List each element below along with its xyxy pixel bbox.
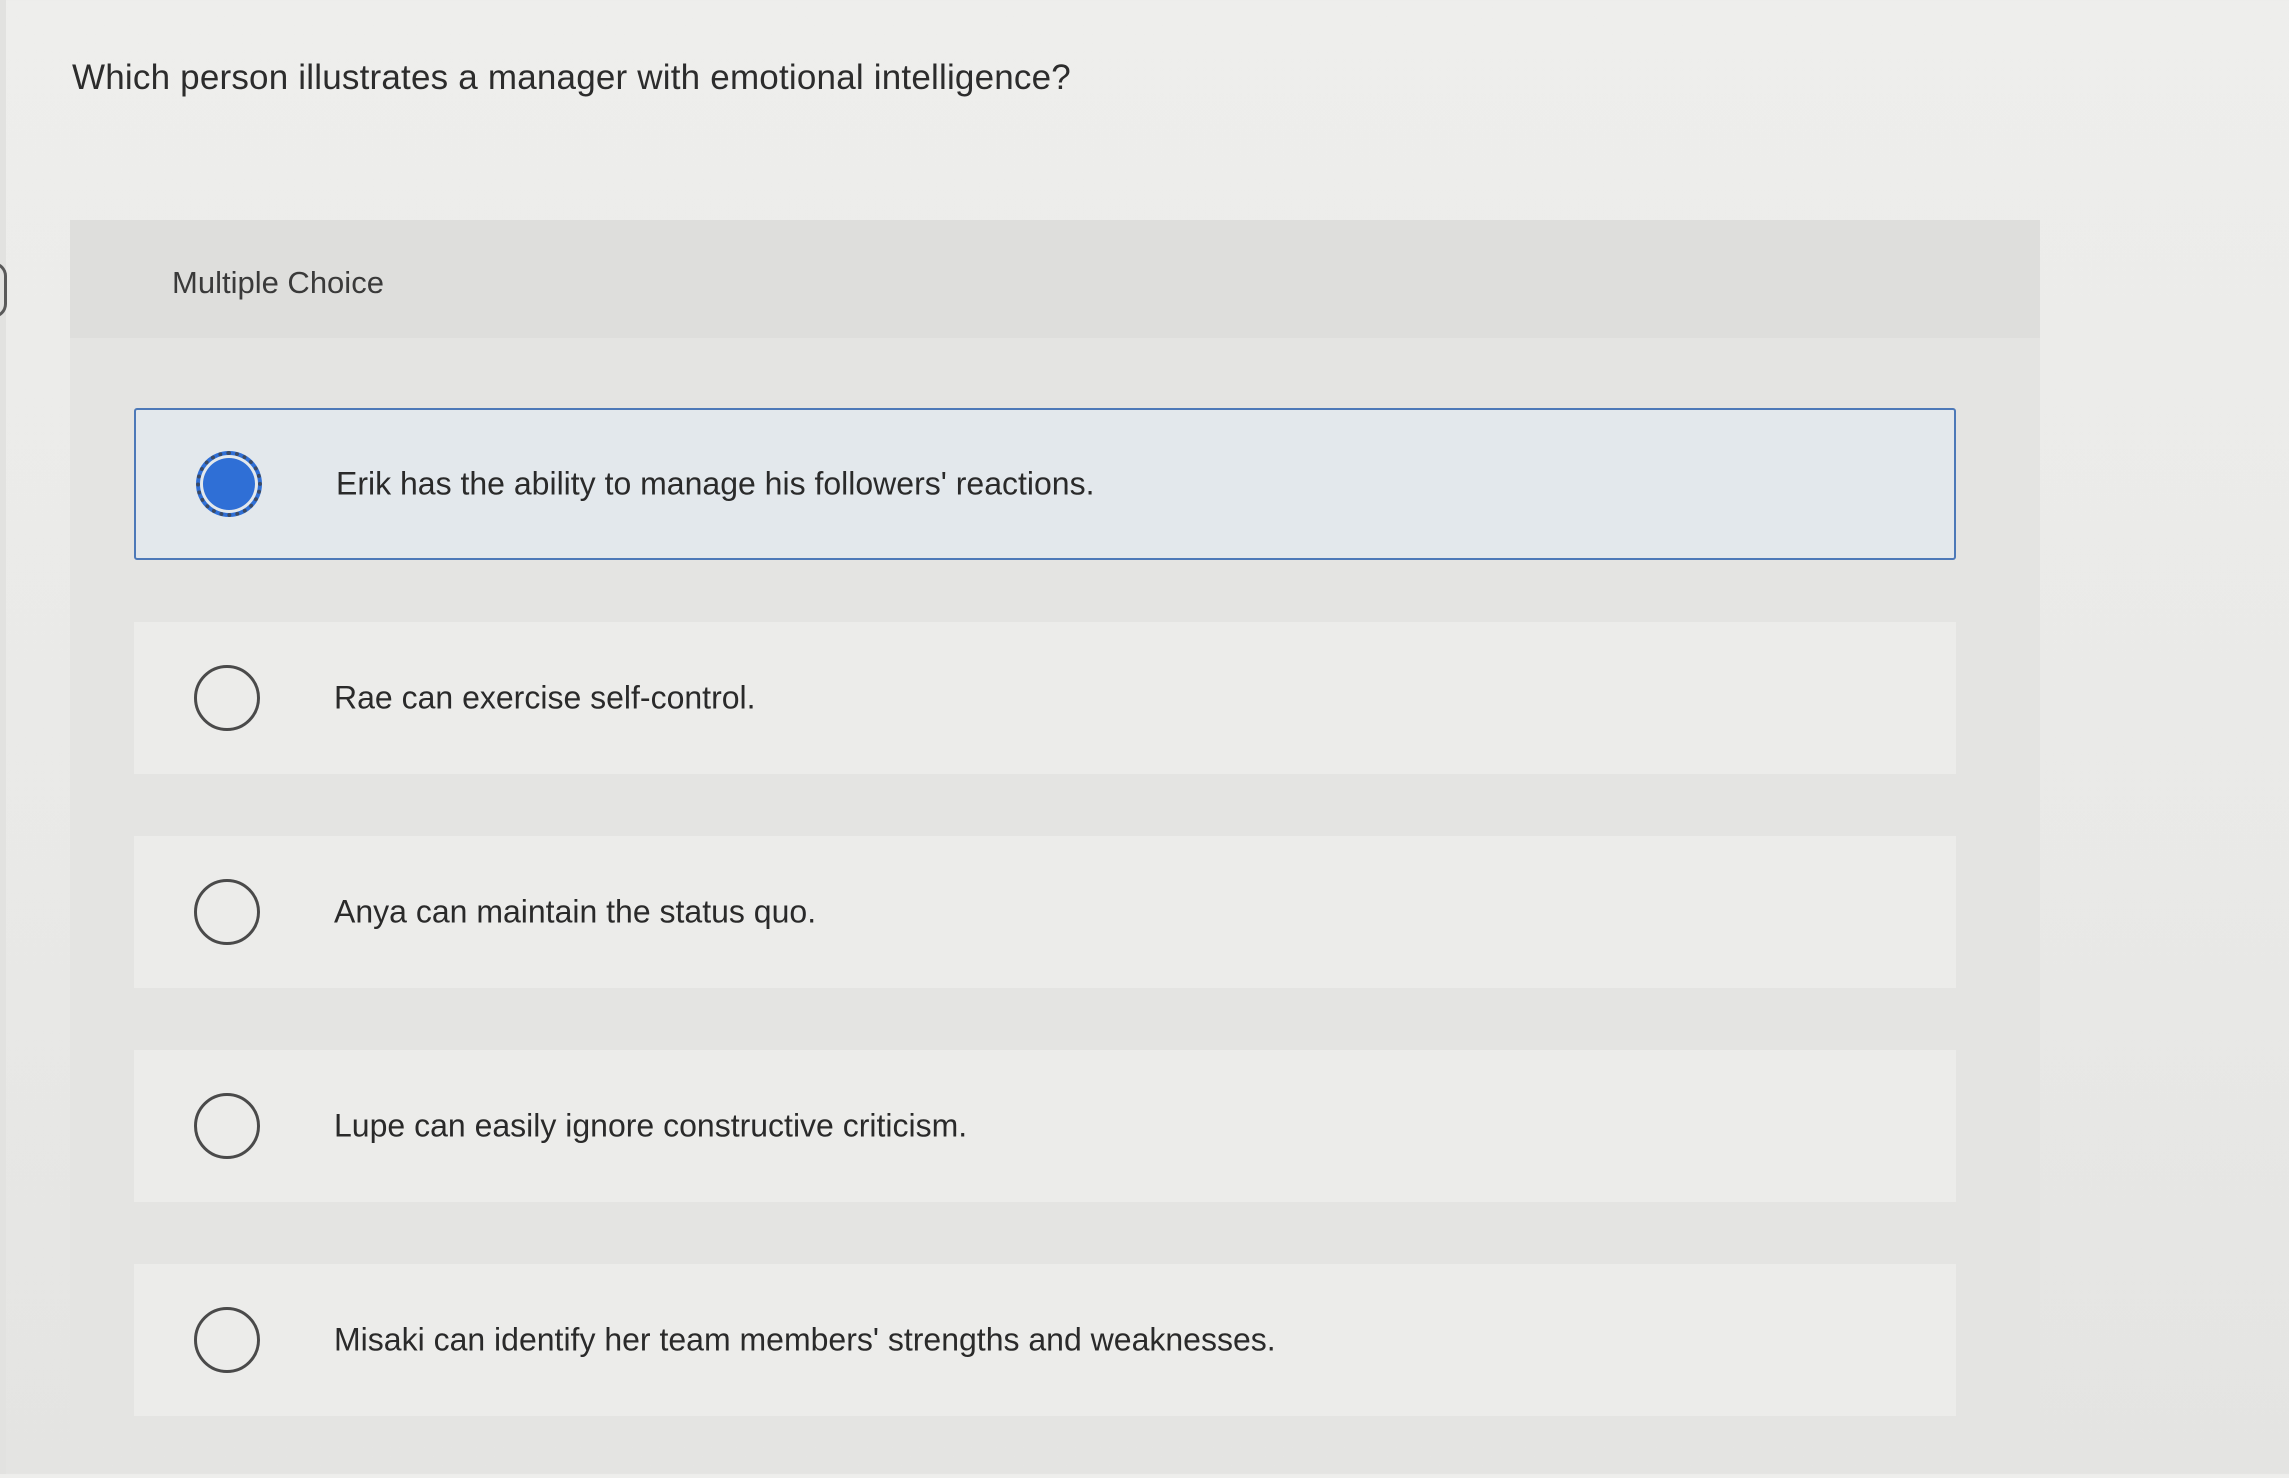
choice-option-1[interactable]: Erik has the ability to manage his follo… [134,408,1956,560]
radio-unselected-icon[interactable] [194,1307,260,1373]
choice-label: Lupe can easily ignore constructive crit… [334,1107,968,1144]
radio-unselected-icon[interactable] [194,879,260,945]
choice-option-2[interactable]: Rae can exercise self-control. [134,622,1956,774]
multiple-choice-panel: Multiple Choice Erik has the ability to … [70,220,2040,1442]
choice-option-5[interactable]: Misaki can identify her team members' st… [134,1264,1956,1416]
choice-label: Anya can maintain the status quo. [334,893,817,930]
question-text: Which person illustrates a manager with … [72,58,1071,97]
choice-label: Rae can exercise self-control. [334,679,756,716]
choice-list: Erik has the ability to manage his follo… [134,408,1956,1478]
radio-unselected-icon[interactable] [194,1093,260,1159]
choice-option-4[interactable]: Lupe can easily ignore constructive crit… [134,1050,1956,1202]
radio-unselected-icon[interactable] [194,665,260,731]
choice-label: Misaki can identify her team members' st… [334,1321,1276,1358]
page-left-edge [0,0,6,1474]
choice-option-3[interactable]: Anya can maintain the status quo. [134,836,1956,988]
radio-selected-icon[interactable] [196,451,262,517]
panel-title: Multiple Choice [172,265,384,300]
panel-header: Multiple Choice [70,220,2040,338]
choice-label: Erik has the ability to manage his follo… [336,465,1095,502]
